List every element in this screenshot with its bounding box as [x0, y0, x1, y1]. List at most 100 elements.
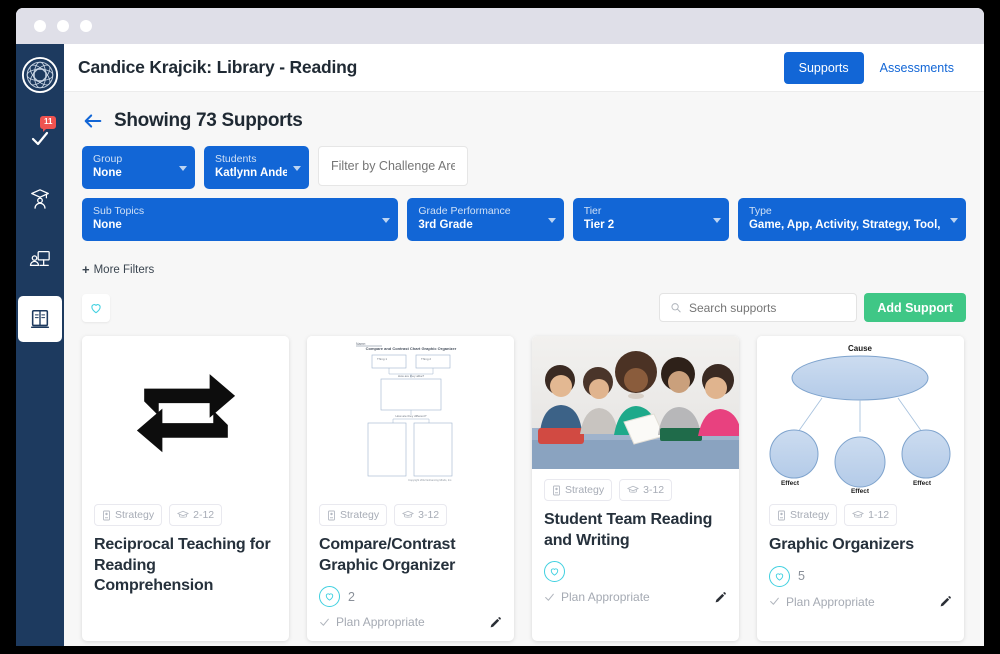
svg-text:Effect: Effect — [781, 480, 800, 487]
filter-grade-label: Grade Performance — [418, 205, 511, 218]
repeat-arrows-icon — [136, 374, 235, 453]
filter-tier-label: Tier — [583, 205, 602, 218]
plan-status-label: Plan Appropriate — [336, 615, 425, 630]
add-support-button[interactable]: Add Support — [864, 293, 966, 323]
more-filters-label: More Filters — [93, 263, 155, 276]
filter-students-value: Katlynn Anders... — [215, 167, 287, 180]
svg-text:Effect: Effect — [851, 488, 870, 493]
heart-outline-icon — [91, 303, 101, 313]
more-filters-toggle[interactable]: + More Filters — [82, 262, 154, 277]
support-card[interactable]: Strategy 2-12 Reciprocal Teaching for Re… — [82, 336, 289, 642]
card-type-chip: Strategy — [94, 504, 163, 527]
svg-text:Cause: Cause — [848, 344, 873, 353]
chevron-down-icon — [547, 217, 556, 223]
filter-grade-performance[interactable]: Grade Performance 3rd Grade — [407, 198, 564, 242]
card-chips: Strategy 3-12 — [544, 479, 727, 502]
filter-group-label: Group — [93, 153, 123, 165]
card-thumbnail — [82, 336, 289, 495]
tab-assessments[interactable]: Assessments — [868, 52, 966, 84]
book-icon — [30, 309, 50, 329]
card-type-chip: Strategy — [319, 504, 388, 527]
card-thumbnail: Name: Compare and Contrast Chart Graphic… — [307, 336, 514, 495]
card-grade-chip: 1-12 — [844, 504, 898, 527]
strategy-icon — [553, 485, 560, 496]
card-title: Reciprocal Teaching for Reading Comprehe… — [94, 536, 271, 595]
card-favorite-row[interactable] — [544, 561, 727, 583]
filter-row-secondary: Sub Topics None Grade Performance 3rd Gr… — [82, 198, 966, 242]
heart-icon[interactable] — [544, 561, 565, 583]
filter-group[interactable]: Group None — [82, 146, 195, 190]
search-box[interactable] — [659, 293, 858, 323]
chevron-down-icon — [949, 217, 958, 223]
filter-type-label: Type — [748, 205, 772, 218]
chevron-down-icon — [382, 217, 391, 223]
challenge-areas-input[interactable] — [318, 146, 468, 186]
strategy-icon — [778, 510, 785, 521]
back-arrow-icon[interactable] — [82, 110, 104, 132]
card-grade-label: 3-12 — [643, 484, 665, 497]
card-plan-row: Plan Appropriate — [544, 590, 727, 604]
filter-students-label: Students — [215, 153, 257, 165]
cause-effect-diagram: Cause Effect Effect Effect — [762, 337, 959, 493]
filter-row-primary: Group None Students Katlynn Anders... — [82, 146, 966, 190]
check-icon — [770, 597, 779, 605]
plan-status: Plan Appropriate — [544, 590, 650, 604]
favorites-filter-button[interactable] — [82, 293, 110, 322]
card-chips: Strategy 1-12 — [769, 504, 952, 527]
check-icon — [320, 618, 329, 626]
card-type-chip: Strategy — [769, 504, 838, 527]
card-body: Strategy 1-12 Graphic Organizers 5 Plan … — [757, 494, 964, 620]
students-reading-photo — [532, 336, 739, 470]
card-favorite-row[interactable]: 2 — [319, 586, 502, 608]
card-body: Strategy 3-12 Compare/Contrast Graphic O… — [307, 494, 514, 641]
search-icon — [671, 303, 681, 313]
svg-text:Effect: Effect — [913, 480, 932, 487]
sidebar-item-classroom[interactable] — [18, 236, 62, 282]
support-card[interactable]: Strategy 3-12 Student Team Reading and W… — [532, 336, 739, 642]
top-bar: Candice Krajcik: Library - Reading Suppo… — [64, 44, 984, 92]
support-card[interactable]: Cause Effect Effect Effect Strategy 1-12… — [757, 336, 964, 642]
chevron-down-icon — [293, 165, 301, 171]
sidebar-item-tasks[interactable]: 11 — [18, 116, 62, 162]
graduation-student-icon — [31, 189, 49, 209]
card-type-label: Strategy — [565, 484, 605, 497]
plan-status-label: Plan Appropriate — [561, 590, 650, 605]
sidebar-item-students[interactable] — [18, 176, 62, 222]
graduation-cap-icon — [177, 510, 189, 518]
heart-icon[interactable] — [319, 586, 340, 608]
plus-icon: + — [82, 262, 90, 278]
search-input[interactable] — [688, 300, 847, 315]
notification-badge: 11 — [40, 116, 57, 132]
svg-text:Copyright 2012 Enhancing Minds: Copyright 2012 Enhancing Minds, Inc. — [408, 478, 452, 482]
check-icon — [545, 593, 554, 601]
graduation-cap-icon — [402, 510, 414, 518]
edit-pencil-icon[interactable] — [939, 595, 952, 608]
tab-supports[interactable]: Supports — [783, 51, 864, 84]
check-icon — [31, 131, 49, 146]
content-area: Showing 73 Supports Group None Students … — [64, 92, 984, 646]
filter-sub-topics[interactable]: Sub Topics None — [82, 198, 399, 242]
svg-text:Thing 1: Thing 1 — [377, 357, 387, 361]
card-thumbnail — [532, 336, 739, 470]
edit-pencil-icon[interactable] — [714, 591, 727, 604]
window-minimize-dot[interactable] — [57, 20, 69, 32]
favorite-count: 2 — [348, 589, 355, 604]
card-type-label: Strategy — [340, 509, 380, 522]
support-card[interactable]: Name: Compare and Contrast Chart Graphic… — [307, 336, 514, 642]
card-grade-chip: 2-12 — [169, 504, 223, 527]
card-body: Strategy 2-12 Reciprocal Teaching for Re… — [82, 494, 289, 618]
sidebar-item-library[interactable] — [18, 296, 62, 342]
window-close-dot[interactable] — [34, 20, 46, 32]
svg-text:How are they different?: How are they different? — [395, 414, 426, 418]
filter-type[interactable]: Type Game, App, Activity, Strategy, Tool… — [737, 198, 966, 242]
heart-icon[interactable] — [769, 565, 790, 587]
edit-pencil-icon[interactable] — [489, 616, 502, 629]
filter-sub-topics-label: Sub Topics — [93, 205, 145, 218]
main-area: Candice Krajcik: Library - Reading Suppo… — [64, 44, 984, 646]
filter-students[interactable]: Students Katlynn Anders... — [204, 146, 309, 190]
filter-tier[interactable]: Tier Tier 2 — [572, 198, 729, 242]
card-thumbnail: Cause Effect Effect Effect — [757, 336, 964, 495]
card-favorite-row[interactable]: 5 — [769, 565, 952, 587]
tools-row: Add Support — [82, 293, 966, 323]
window-maximize-dot[interactable] — [80, 20, 92, 32]
